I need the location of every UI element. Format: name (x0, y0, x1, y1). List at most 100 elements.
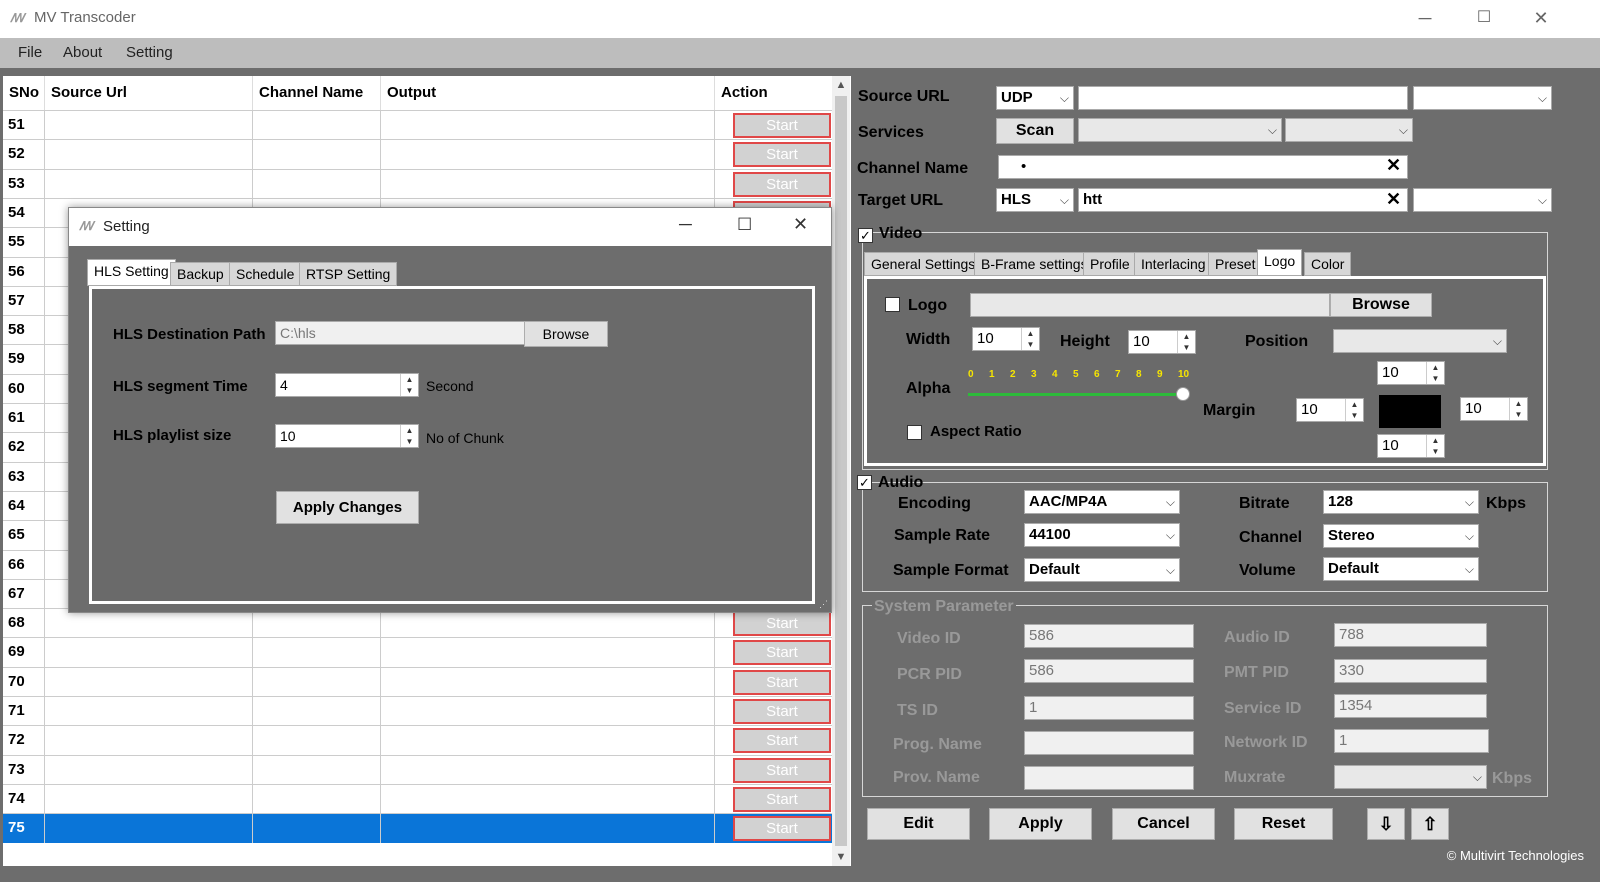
cell-output[interactable] (381, 638, 715, 667)
tab-logo[interactable]: Logo (1257, 249, 1303, 276)
start-button[interactable]: Start (733, 786, 831, 812)
scan-button[interactable]: Scan (996, 118, 1074, 144)
height-stepper[interactable]: 10 ▲ ▼ (1128, 330, 1196, 354)
cell-source-url[interactable] (45, 169, 253, 199)
col-header-action[interactable]: Action (715, 76, 833, 110)
tab-schedule[interactable]: Schedule (229, 262, 302, 286)
menu-about[interactable]: About (63, 44, 102, 61)
cell-channel-name[interactable] (253, 169, 381, 199)
margin-top-stepper[interactable]: 10 ▲ ▼ (1377, 361, 1445, 385)
cell-output[interactable] (381, 169, 715, 199)
cell-channel-name[interactable] (253, 667, 381, 697)
cell-channel-name[interactable] (253, 140, 381, 169)
service-select[interactable]: ⌵ (1078, 118, 1282, 142)
export-icon[interactable]: ⇧ (1411, 808, 1449, 840)
col-header-sno[interactable]: SNo (3, 76, 45, 110)
cell-channel-name[interactable] (253, 814, 381, 843)
channel-select[interactable]: Stereo ⌵ (1323, 524, 1479, 548)
margin-right-stepper[interactable]: 10 ▲ ▼ (1460, 397, 1528, 421)
prog-name-input[interactable] (1024, 731, 1194, 755)
cell-output[interactable] (381, 609, 715, 638)
edit-button[interactable]: Edit (867, 808, 970, 840)
start-button[interactable]: Start (733, 640, 831, 666)
source-protocol-select[interactable]: UDP ⌵ (996, 86, 1074, 110)
tab-bframe-settings[interactable]: B-Frame settings (974, 252, 1095, 276)
dialog-maximize-button[interactable]: ☐ (737, 215, 752, 235)
cell-channel-name[interactable] (253, 609, 381, 638)
cell-channel-name[interactable] (253, 726, 381, 755)
cell-source-url[interactable] (45, 111, 253, 140)
table-row[interactable]: 52 Start (3, 139, 833, 169)
start-button[interactable]: Start (733, 757, 831, 783)
resize-grip-icon[interactable]: ⋰ (819, 599, 828, 610)
hls-browse-button[interactable]: Browse (524, 321, 608, 347)
tab-color[interactable]: Color (1304, 252, 1352, 276)
start-button[interactable]: Start (733, 113, 831, 138)
cell-source-url[interactable] (45, 755, 253, 785)
table-row[interactable]: 71 Start (3, 696, 833, 726)
ts-id-input[interactable]: 1 (1024, 696, 1194, 720)
tab-interlacing[interactable]: Interlacing (1134, 252, 1213, 276)
source-url-input[interactable] (1078, 86, 1408, 110)
target-extra-select[interactable]: ⌵ (1413, 188, 1552, 212)
alpha-slider-track[interactable] (968, 393, 1186, 396)
col-header-channel-name[interactable]: Channel Name (253, 76, 381, 110)
target-url-input[interactable]: htt (1078, 188, 1408, 212)
cell-output[interactable] (381, 140, 715, 169)
menu-file[interactable]: File (18, 44, 42, 61)
source-extra-select[interactable]: ⌵ (1413, 86, 1552, 110)
reset-button[interactable]: Reset (1234, 808, 1333, 840)
pcr-pid-input[interactable]: 586 (1024, 659, 1194, 683)
table-row[interactable]: 72 Start (3, 725, 833, 755)
start-button[interactable]: Start (733, 669, 831, 695)
start-button[interactable]: Start (733, 171, 831, 197)
service-id-input[interactable]: 1354 (1334, 694, 1487, 718)
tab-rtsp-setting[interactable]: RTSP Setting (299, 262, 398, 286)
clear-target-icon[interactable]: ✕ (1386, 189, 1401, 210)
cell-source-url[interactable] (45, 609, 253, 638)
table-row[interactable]: 51 Start (3, 110, 833, 140)
import-icon[interactable]: ⇩ (1367, 808, 1405, 840)
cell-source-url[interactable] (45, 784, 253, 814)
grid-scrollbar[interactable]: ▲ ▼ (832, 76, 850, 866)
start-button[interactable]: Start (733, 611, 831, 637)
margin-left-stepper[interactable]: 10 ▲ ▼ (1296, 398, 1364, 422)
position-select[interactable]: ⌵ (1333, 329, 1507, 353)
start-button[interactable]: Start (733, 728, 831, 754)
minimize-button[interactable]: ─ (1400, 0, 1450, 38)
service-sub-select[interactable]: ⌵ (1285, 118, 1413, 142)
audio-checkbox[interactable]: ✓ (857, 475, 872, 490)
video-id-input[interactable]: 586 (1024, 624, 1194, 648)
table-row[interactable]: 53 Start (3, 168, 833, 199)
hls-destination-input[interactable]: C:\hls (275, 321, 525, 345)
channel-name-input[interactable]: • (998, 155, 1408, 179)
cell-output[interactable] (381, 784, 715, 814)
logo-checkbox[interactable] (885, 297, 900, 312)
cell-output[interactable] (381, 814, 715, 843)
start-button[interactable]: Start (733, 699, 831, 724)
cell-output[interactable] (381, 697, 715, 726)
cell-channel-name[interactable] (253, 755, 381, 785)
logo-browse-button[interactable]: Browse (1330, 293, 1432, 317)
start-button[interactable]: Start (733, 142, 831, 168)
alpha-slider-thumb[interactable] (1176, 387, 1190, 401)
close-button[interactable]: ✕ (1516, 0, 1566, 38)
hls-segment-stepper[interactable]: 4 ▲ ▼ (275, 373, 419, 397)
maximize-button[interactable]: ☐ (1459, 0, 1509, 38)
dialog-close-button[interactable]: ✕ (793, 214, 808, 235)
bitrate-select[interactable]: 128 ⌵ (1323, 490, 1479, 514)
menu-setting[interactable]: Setting (126, 44, 173, 61)
aspect-ratio-checkbox[interactable] (907, 425, 922, 440)
cell-output[interactable] (381, 111, 715, 140)
col-header-source-url[interactable]: Source Url (45, 76, 253, 110)
cell-source-url[interactable] (45, 638, 253, 667)
tab-profile[interactable]: Profile (1083, 252, 1137, 276)
network-id-input[interactable]: 1 (1334, 729, 1489, 753)
audio-id-input[interactable]: 788 (1334, 623, 1487, 647)
video-checkbox[interactable]: ✓ (858, 228, 873, 243)
table-row[interactable]: 69 Start (3, 637, 833, 667)
pmt-pid-input[interactable]: 330 (1334, 659, 1487, 683)
cell-source-url[interactable] (45, 697, 253, 726)
margin-bottom-stepper[interactable]: 10 ▲ ▼ (1377, 434, 1445, 458)
apply-button[interactable]: Apply (989, 808, 1092, 840)
